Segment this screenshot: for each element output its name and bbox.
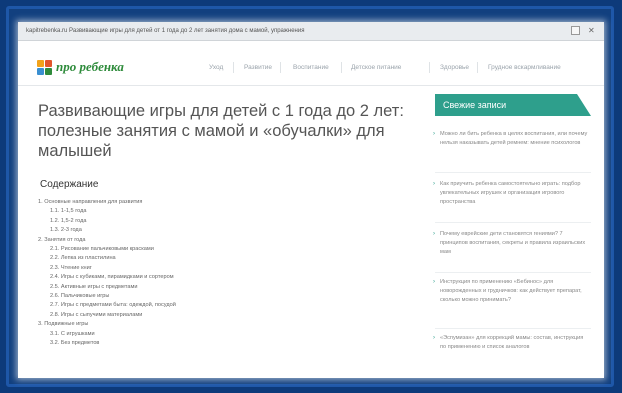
sidebar-post-title[interactable]: «Эспумизан» для коррекций мамы: состав, … [440,335,583,350]
bullet-icon: › [433,231,435,237]
toc-item[interactable]: 2.7. Игры с предметами быта: одеждой, по… [50,302,176,308]
toc-item[interactable]: 2.8. Игры с сыпучими материалами [50,312,142,318]
close-icon[interactable]: ✕ [588,22,595,40]
toc-item[interactable]: 2. Занятия от года [38,237,85,243]
toc-item[interactable]: 1.1. 1-1,5 года [50,208,86,214]
toc-item[interactable]: 3.2. Без предметов [50,340,99,346]
nav-divider [429,62,430,73]
toc-item[interactable]: 2.3. Чтение книг [50,265,92,271]
nav-item-vospitanie[interactable]: Воспитание [293,64,329,71]
header-divider [18,85,604,86]
logo-square-2 [45,60,52,67]
sidebar-post-title[interactable]: Как приучить ребенка самостоятельно игра… [440,181,580,205]
site-brand[interactable]: про ребенка [56,59,124,75]
nav-item-zdorovie[interactable]: Здоровье [440,64,469,71]
sidebar-post[interactable]: › «Эспумизан» для коррекций мамы: состав… [433,334,590,352]
toc-item[interactable]: 3.1. С игрушками [50,331,95,337]
maximize-icon[interactable] [571,26,580,35]
nav-item-gv[interactable]: Грудное вскармливание [488,64,561,71]
browser-window: kapitrebenka.ru Развивающие игры для дет… [18,22,604,378]
toc-heading: Содержание [40,179,99,190]
bullet-icon: › [433,181,435,187]
sidebar-divider [435,222,591,223]
logo-square-1 [37,60,44,67]
window-title: kapitrebenka.ru Развивающие игры для дет… [26,28,305,34]
site-logo-icon[interactable] [37,60,52,76]
toc-item[interactable]: 2.5. Активные игры с предметами [50,284,138,290]
logo-square-3 [37,68,44,75]
toc-item[interactable]: 2.2. Лепка из пластилина [50,255,116,261]
toc-item[interactable]: 2.4. Игры с кубиками, пирамидками и сорт… [50,274,174,280]
sidebar-post[interactable]: › Как приучить ребенка самостоятельно иг… [433,180,590,208]
sidebar-post[interactable]: › Инструкция по применению «Бебинос» для… [433,278,590,306]
sidebar-post-title[interactable]: Можно ли бить ребенка в целях воспитания… [440,131,587,146]
sidebar-divider [435,272,591,273]
nav-item-razvitie[interactable]: Развитие [244,64,272,71]
sidebar-post[interactable]: › Почему еврейские дети становятся гения… [433,230,590,258]
toc-item[interactable]: 3. Подвижные игры [38,321,88,327]
bullet-icon: › [433,335,435,341]
nav-item-uhod[interactable]: Уход [209,64,223,71]
sidebar-post-title[interactable]: Почему еврейские дети становятся гениями… [440,231,585,255]
toc-item[interactable]: 1.2. 1,5-2 года [50,218,86,224]
nav-item-pitanie[interactable]: Детское питание [351,64,401,71]
toc-item[interactable]: 1. Основные направления для развития [38,199,142,205]
toc-item[interactable]: 2.6. Пальчиковые игры [50,293,109,299]
article-title: Развивающие игры для детей с 1 года до 2… [38,102,404,160]
nav-divider [477,62,478,73]
nav-divider [280,62,281,73]
sidebar-heading: Свежие записи [435,94,591,116]
sidebar-post-title[interactable]: Инструкция по применению «Бебинос» для н… [440,279,582,303]
sidebar-divider [435,172,591,173]
nav-divider [341,62,342,73]
sidebar-divider [435,328,591,329]
bullet-icon: › [433,279,435,285]
nav-divider [233,62,234,73]
logo-square-4 [45,68,52,75]
toc-item[interactable]: 2.1. Рисование пальчиковыми красками [50,246,154,252]
bullet-icon: › [433,131,435,137]
sidebar-post[interactable]: › Можно ли бить ребенка в целях воспитан… [433,130,590,148]
browser-titlebar: kapitrebenka.ru Развивающие игры для дет… [18,22,604,41]
toc-item[interactable]: 1.3. 2-3 года [50,227,82,233]
